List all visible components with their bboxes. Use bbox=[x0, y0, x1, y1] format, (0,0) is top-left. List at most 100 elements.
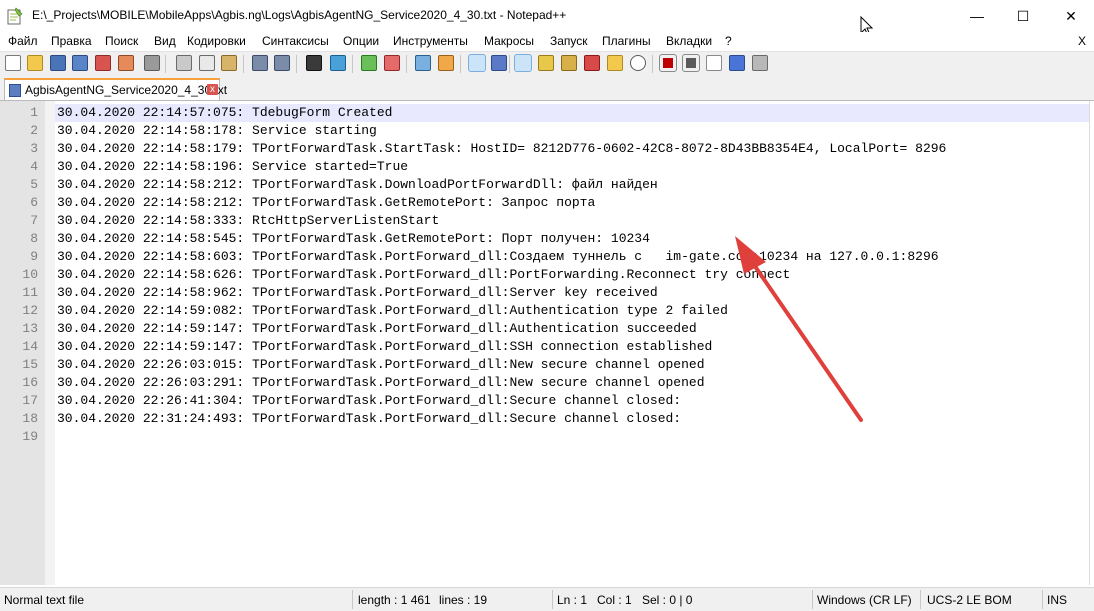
zoom-out-icon[interactable] bbox=[384, 55, 400, 71]
close-all-icon[interactable] bbox=[118, 55, 134, 71]
undo-icon[interactable] bbox=[252, 55, 268, 71]
close-window-button[interactable]: ✕ bbox=[1048, 0, 1094, 32]
code-line[interactable]: 30.04.2020 22:14:59:082: TPortForwardTas… bbox=[57, 302, 728, 320]
close-icon[interactable] bbox=[95, 55, 111, 71]
print-icon[interactable] bbox=[144, 55, 160, 71]
menu-macro[interactable]: Макросы bbox=[484, 34, 534, 48]
record-macro-icon[interactable] bbox=[659, 54, 677, 72]
sync-vertical-icon[interactable] bbox=[415, 55, 431, 71]
status-encoding[interactable]: UCS-2 LE BOM bbox=[927, 593, 1012, 607]
editor-area[interactable]: 1 30.04.2020 22:14:57:075: TdebugForm Cre… bbox=[0, 101, 1094, 585]
udl-icon[interactable] bbox=[538, 55, 554, 71]
code-line[interactable]: 30.04.2020 22:14:58:626: TPortForwardTas… bbox=[57, 266, 790, 284]
menu-file[interactable]: Файл bbox=[8, 34, 38, 48]
find-icon[interactable] bbox=[306, 55, 322, 71]
file-saved-icon bbox=[9, 84, 21, 97]
toolbar-separator bbox=[460, 55, 461, 73]
paste-icon[interactable] bbox=[221, 55, 237, 71]
code-line[interactable]: 30.04.2020 22:14:58:962: TPortForwardTas… bbox=[57, 284, 658, 302]
line-number: 9 bbox=[30, 249, 38, 264]
line-number: 15 bbox=[22, 357, 38, 372]
close-document-x-button[interactable]: X bbox=[1078, 34, 1086, 48]
line-number: 3 bbox=[30, 141, 38, 156]
code-line[interactable]: 30.04.2020 22:14:58:603: TPortForwardTas… bbox=[57, 248, 939, 266]
status-lines: lines : 19 bbox=[439, 593, 488, 607]
line-number: 19 bbox=[22, 429, 38, 444]
new-file-icon[interactable] bbox=[5, 55, 21, 71]
menu-window[interactable]: Вкладки bbox=[666, 34, 712, 48]
code-line[interactable]: 30.04.2020 22:14:58:212: TPortForwardTas… bbox=[57, 176, 658, 194]
code-line[interactable]: 30.04.2020 22:26:41:304: TPortForwardTas… bbox=[57, 392, 681, 410]
line-number: 11 bbox=[22, 285, 38, 300]
minimize-button[interactable]: — bbox=[954, 0, 1000, 32]
menu-encoding[interactable]: Кодировки bbox=[187, 34, 246, 48]
status-mode[interactable]: INS bbox=[1047, 593, 1067, 607]
status-sel: Sel : 0 | 0 bbox=[642, 593, 693, 607]
code-line[interactable]: 30.04.2020 22:14:58:212: TPortForwardTas… bbox=[57, 194, 595, 212]
replace-icon[interactable] bbox=[330, 55, 346, 71]
save-icon[interactable] bbox=[50, 55, 66, 71]
code-line[interactable]: 30.04.2020 22:14:58:179: TPortForwardTas… bbox=[57, 140, 946, 158]
indent-guide-icon[interactable] bbox=[514, 54, 532, 72]
line-number: 6 bbox=[30, 195, 38, 210]
line-number: 8 bbox=[30, 231, 38, 246]
line-number: 10 bbox=[22, 267, 38, 282]
toolbar-separator bbox=[652, 55, 653, 73]
code-line[interactable]: 30.04.2020 22:14:57:075: TdebugForm Crea… bbox=[57, 104, 392, 122]
menu-run[interactable]: Запуск bbox=[550, 34, 588, 48]
toolbar-separator bbox=[243, 55, 244, 73]
line-number: 16 bbox=[22, 375, 38, 390]
status-separator bbox=[920, 590, 921, 609]
maximize-button[interactable]: ☐ bbox=[1000, 0, 1046, 32]
line-number: 7 bbox=[30, 213, 38, 228]
status-separator bbox=[812, 590, 813, 609]
cut-icon[interactable] bbox=[176, 55, 192, 71]
code-line[interactable]: 30.04.2020 22:14:58:333: RtcHttpServerLi… bbox=[57, 212, 439, 230]
open-file-icon[interactable] bbox=[27, 55, 43, 71]
code-line[interactable]: 30.04.2020 22:26:03:291: TPortForwardTas… bbox=[57, 374, 705, 392]
menu-view[interactable]: Вид bbox=[154, 34, 176, 48]
save-all-icon[interactable] bbox=[72, 55, 88, 71]
menu-tools[interactable]: Инструменты bbox=[393, 34, 468, 48]
notepadpp-app-icon bbox=[7, 7, 23, 25]
menu-edit[interactable]: Правка bbox=[51, 34, 92, 48]
function-list-icon[interactable] bbox=[584, 55, 600, 71]
code-line[interactable]: 30.04.2020 22:31:24:493: TPortForwardTas… bbox=[57, 410, 681, 428]
menu-settings[interactable]: Опции bbox=[343, 34, 379, 48]
fold-margin bbox=[45, 101, 55, 585]
folder-workspace-icon[interactable] bbox=[607, 55, 623, 71]
sync-horizontal-icon[interactable] bbox=[438, 55, 454, 71]
monitoring-icon[interactable] bbox=[630, 55, 646, 71]
line-number: 13 bbox=[22, 321, 38, 336]
tab-close-icon[interactable]: x bbox=[207, 84, 218, 95]
line-number: 12 bbox=[22, 303, 38, 318]
menu-bar: Файл Правка Поиск Вид Кодировки Синтакси… bbox=[0, 32, 1094, 50]
zoom-in-icon[interactable] bbox=[361, 55, 377, 71]
redo-icon[interactable] bbox=[274, 55, 290, 71]
toolbar-separator bbox=[296, 55, 297, 73]
show-all-chars-icon[interactable] bbox=[491, 55, 507, 71]
code-line[interactable]: 30.04.2020 22:14:58:196: Service started… bbox=[57, 158, 408, 176]
menu-search[interactable]: Поиск bbox=[105, 34, 138, 48]
line-number: 17 bbox=[22, 393, 38, 408]
code-line[interactable]: 30.04.2020 22:14:59:147: TPortForwardTas… bbox=[57, 320, 697, 338]
stop-macro-icon[interactable] bbox=[682, 54, 700, 72]
code-line[interactable]: 30.04.2020 22:14:59:147: TPortForwardTas… bbox=[57, 338, 712, 356]
menu-plugins[interactable]: Плагины bbox=[602, 34, 651, 48]
tab-agbis-log[interactable]: AgbisAgentNG_Service2020_4_30.txt x bbox=[4, 78, 227, 100]
toolbar-separator bbox=[165, 55, 166, 73]
copy-icon[interactable] bbox=[199, 55, 215, 71]
code-line[interactable]: 30.04.2020 22:26:03:015: TPortForwardTas… bbox=[57, 356, 705, 374]
play-macro-icon[interactable] bbox=[706, 55, 722, 71]
run-macro-multiple-icon[interactable] bbox=[729, 55, 745, 71]
toolbar bbox=[0, 51, 1094, 76]
save-macro-icon[interactable] bbox=[752, 55, 768, 71]
doc-map-icon[interactable] bbox=[561, 55, 577, 71]
status-separator bbox=[1042, 590, 1043, 609]
code-line[interactable]: 30.04.2020 22:14:58:178: Service startin… bbox=[57, 122, 377, 140]
menu-language[interactable]: Синтаксисы bbox=[262, 34, 329, 48]
menu-help[interactable]: ? bbox=[725, 34, 732, 48]
code-line[interactable]: 30.04.2020 22:14:58:545: TPortForwardTas… bbox=[57, 230, 650, 248]
word-wrap-icon[interactable] bbox=[468, 54, 486, 72]
status-eol[interactable]: Windows (CR LF) bbox=[817, 593, 912, 607]
